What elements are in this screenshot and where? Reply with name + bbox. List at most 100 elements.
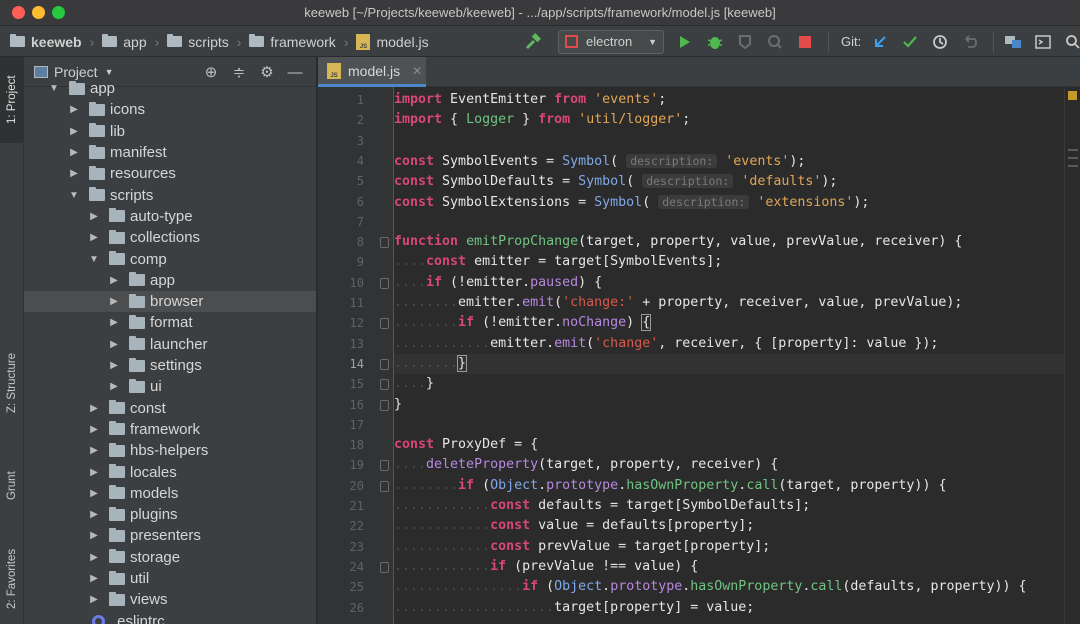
fold-toggle[interactable] [380,237,389,249]
chevron-right-icon[interactable]: ▶ [88,424,100,435]
code-line[interactable]: ........if (Object.prototype.hasOwnPrope… [394,476,1064,496]
line-number[interactable]: 10 [318,276,364,290]
tree-item[interactable]: ▶ app [24,270,316,291]
tree-item[interactable]: ▶ const [24,398,316,419]
chevron-right-icon[interactable]: ▶ [88,232,100,243]
chevron-right-icon[interactable]: ▶ [68,147,80,158]
tool-tab-favorites[interactable]: 2: Favorites [0,533,24,624]
chevron-right-icon[interactable]: ▶ [68,126,80,137]
fold-toggle[interactable] [380,561,389,573]
editor-scrollbar[interactable] [1064,87,1080,624]
tree-item[interactable]: ▶ plugins [24,504,316,525]
tree-item[interactable]: .eslintrc [24,611,316,624]
line-number[interactable]: 13 [318,337,364,351]
chevron-right-icon[interactable]: ▶ [68,168,80,179]
terminal-button[interactable] [1030,30,1056,54]
tool-tab-grunt[interactable]: Grunt [0,453,24,519]
chevron-down-icon[interactable]: ▼ [48,83,60,94]
code-line[interactable]: ....deleteProperty(target, property, rec… [394,455,1064,475]
line-number[interactable]: 25 [318,580,364,594]
code-line[interactable]: const SymbolExtensions = Symbol( descrip… [394,192,1064,212]
chevron-down-icon[interactable]: ▼ [105,67,114,77]
chevron-right-icon[interactable]: ▶ [88,530,100,541]
chevron-right-icon[interactable]: ▶ [88,552,100,563]
line-number[interactable]: 19 [318,458,364,472]
code-line[interactable]: ........emitter.emit('change:' + propert… [394,293,1064,313]
chevron-right-icon[interactable]: ▶ [88,403,100,414]
line-number[interactable]: 3 [318,134,364,148]
breadcrumb-item-keeweb[interactable]: keeweb [10,34,82,50]
code-line[interactable] [394,415,1064,435]
run-configuration-select[interactable]: electron ▼ [558,29,664,54]
project-structure-button[interactable] [1000,30,1026,54]
chevron-right-icon[interactable]: ▶ [108,381,120,392]
fold-toggle[interactable] [380,379,389,391]
tree-item[interactable]: ▶ collections [24,227,316,248]
tool-tab-project[interactable]: 1: Project [0,57,24,143]
chevron-down-icon[interactable]: ▼ [68,190,80,201]
tree-item[interactable]: ▶ storage [24,547,316,568]
chevron-right-icon[interactable]: ▶ [108,296,120,307]
tree-item[interactable]: ▶ presenters [24,525,316,546]
tree-item[interactable]: ▶ util [24,568,316,589]
code-line[interactable]: const SymbolDefaults = Symbol( descripti… [394,171,1064,191]
code-line[interactable]: ............if (prevValue !== value) { [394,557,1064,577]
fold-toggle[interactable] [380,480,389,492]
run-button[interactable] [672,30,698,54]
change-marker[interactable] [1068,165,1078,167]
search-everywhere-button[interactable] [1060,30,1080,54]
code-line[interactable]: import EventEmitter from 'events'; [394,90,1064,110]
chevron-right-icon[interactable]: ▶ [108,275,120,286]
line-number[interactable]: 4 [318,154,364,168]
tree-item[interactable]: ▶ models [24,483,316,504]
git-commit-button[interactable] [897,30,923,54]
code-line[interactable]: import { Logger } from 'util/logger'; [394,110,1064,130]
tree-item[interactable]: ▶ locales [24,461,316,482]
tree-item[interactable]: ▶ auto-type [24,206,316,227]
line-number[interactable]: 5 [318,174,364,188]
code-line[interactable]: ....const emitter = target[SymbolEvents]… [394,252,1064,272]
fold-toggle[interactable] [380,399,389,411]
line-number[interactable]: 23 [318,540,364,554]
code-line[interactable]: } [394,395,1064,415]
chevron-right-icon[interactable]: ▶ [88,488,100,499]
chevron-right-icon[interactable]: ▶ [88,445,100,456]
line-number[interactable]: 20 [318,479,364,493]
change-marker[interactable] [1068,157,1078,159]
chevron-right-icon[interactable]: ▶ [68,104,80,115]
tree-item[interactable]: ▶ hbs-helpers [24,440,316,461]
tab-model-js[interactable]: JS model.js ✕ [318,57,426,87]
chevron-down-icon[interactable]: ▼ [88,254,100,265]
git-revert-button[interactable] [957,30,983,54]
tree-item[interactable]: ▶ framework [24,419,316,440]
code-line[interactable]: ............const prevValue = target[pro… [394,537,1064,557]
code-line[interactable] [394,131,1064,151]
code-line[interactable]: ............const defaults = target[Symb… [394,496,1064,516]
code-line[interactable]: ....if (!emitter.paused) { [394,273,1064,293]
line-number[interactable]: 24 [318,560,364,574]
build-button[interactable] [520,30,546,54]
breadcrumb-item-app[interactable]: app [102,34,147,50]
code-line[interactable]: ....} [394,374,1064,394]
coverage-button[interactable] [732,30,758,54]
tree-item[interactable]: ▼ comp [24,248,316,269]
debug-button[interactable] [702,30,728,54]
line-number[interactable]: 1 [318,93,364,107]
line-number[interactable]: 8 [318,235,364,249]
stop-button[interactable] [792,30,818,54]
chevron-right-icon[interactable]: ▶ [88,211,100,222]
chevron-right-icon[interactable]: ▶ [88,594,100,605]
tree-item[interactable]: ▶ format [24,312,316,333]
chevron-right-icon[interactable]: ▶ [88,573,100,584]
change-marker[interactable] [1068,149,1078,151]
tree-item[interactable]: ▶ views [24,589,316,610]
code-line[interactable]: ............const value = defaults[prope… [394,516,1064,536]
line-number[interactable]: 17 [318,418,364,432]
breadcrumb-item-model-js[interactable]: JS model.js [356,33,429,50]
code-line[interactable] [394,212,1064,232]
line-number[interactable]: 6 [318,195,364,209]
tree-item[interactable]: ▼ scripts [24,185,316,206]
chevron-right-icon[interactable]: ▶ [88,509,100,520]
profile-button[interactable] [762,30,788,54]
code-line[interactable]: const SymbolEvents = Symbol( description… [394,151,1064,171]
